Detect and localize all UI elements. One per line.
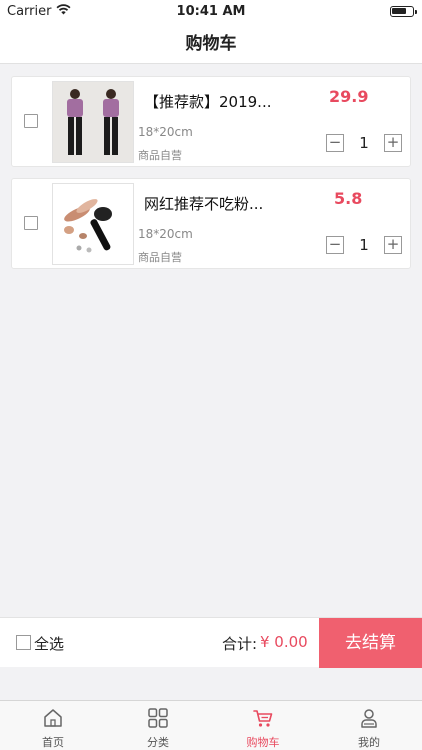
item-title[interactable]: 【推荐款】2019... xyxy=(144,91,284,112)
item-tag: 商品自营 xyxy=(138,251,182,264)
cart-item[interactable]: 网红推荐不吃粉... 5.8 18*20cm 商品自营 − 1 + xyxy=(11,178,411,269)
tab-cart[interactable]: 购物车 xyxy=(210,701,316,750)
cart-icon xyxy=(253,710,273,727)
total-value: ¥ 0.00 xyxy=(260,633,308,651)
item-spec: 18*20cm xyxy=(138,227,193,241)
tab-label: 分类 xyxy=(147,736,169,749)
item-tag: 商品自营 xyxy=(138,149,182,162)
total-label: 合计: xyxy=(222,635,258,653)
select-all-checkbox[interactable] xyxy=(16,635,31,650)
quantity-stepper: − 1 + xyxy=(326,236,402,256)
status-bar: Carrier 10:41 AM xyxy=(0,0,422,24)
tab-label: 我的 xyxy=(358,736,380,749)
item-checkbox[interactable] xyxy=(24,216,38,230)
page-title: 购物车 xyxy=(0,24,422,64)
decrement-button[interactable]: − xyxy=(326,236,344,254)
increment-button[interactable]: + xyxy=(384,236,402,254)
cart-item[interactable]: 【推荐款】2019... 29.9 18*20cm 商品自营 − 1 + xyxy=(11,76,411,167)
quantity-value: 1 xyxy=(359,134,369,152)
item-thumbnail[interactable] xyxy=(52,183,134,265)
clothing-photo-icon xyxy=(53,82,133,162)
makeup-brush-photo-icon xyxy=(53,184,133,264)
item-price: 29.9 xyxy=(329,87,369,106)
tab-label: 购物车 xyxy=(246,736,280,749)
tab-category[interactable]: 分类 xyxy=(105,701,211,750)
item-checkbox[interactable] xyxy=(24,114,38,128)
profile-icon xyxy=(361,709,377,728)
tab-bar: 首页 分类 购物车 我的 xyxy=(0,700,422,750)
tab-label: 首页 xyxy=(42,736,64,749)
quantity-value: 1 xyxy=(359,236,369,254)
item-spec: 18*20cm xyxy=(138,125,193,139)
item-title[interactable]: 网红推荐不吃粉... xyxy=(144,193,284,214)
status-time: 10:41 AM xyxy=(176,4,246,19)
battery-icon xyxy=(390,6,417,17)
tab-profile[interactable]: 我的 xyxy=(316,701,422,750)
decrement-button[interactable]: − xyxy=(326,134,344,152)
checkout-bar: 全选 合计: ¥ 0.00 去结算 xyxy=(0,617,422,668)
item-price: 5.8 xyxy=(334,189,363,208)
increment-button[interactable]: + xyxy=(384,134,402,152)
checkout-button[interactable]: 去结算 xyxy=(319,618,422,668)
category-grid-icon xyxy=(148,708,168,728)
tab-home[interactable]: 首页 xyxy=(0,701,106,750)
select-all-label[interactable]: 全选 xyxy=(34,633,64,654)
item-thumbnail[interactable] xyxy=(52,81,134,163)
home-icon xyxy=(44,709,62,727)
quantity-stepper: − 1 + xyxy=(326,134,402,154)
